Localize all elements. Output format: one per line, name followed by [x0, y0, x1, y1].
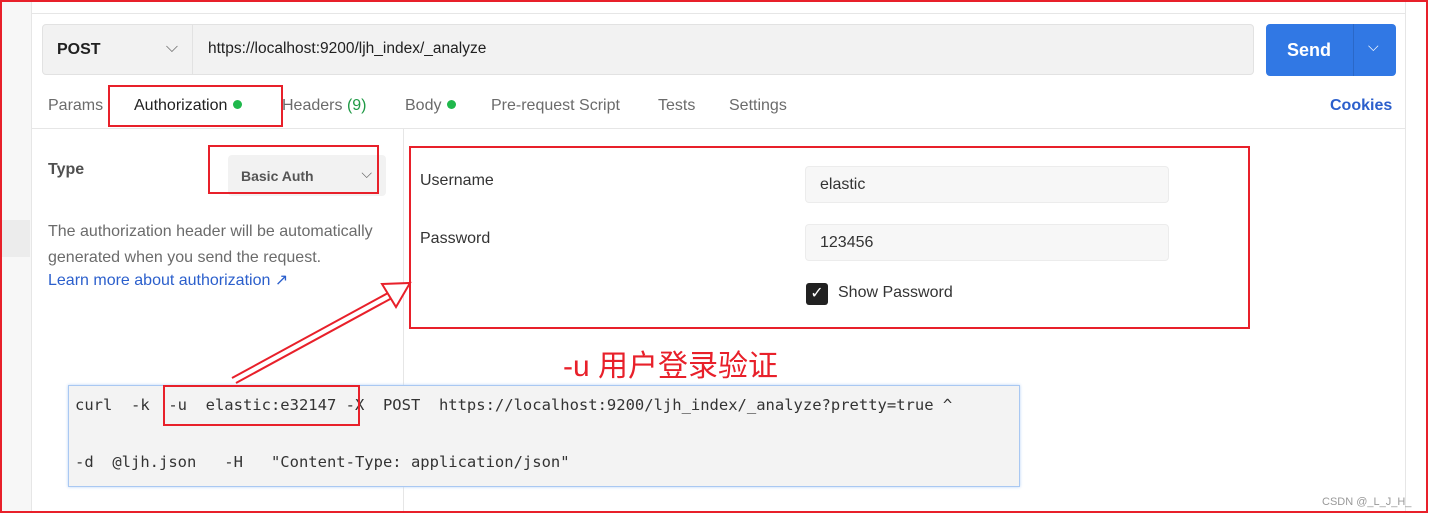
highlight-auth-type — [208, 145, 379, 194]
highlight-u-flag — [163, 385, 360, 426]
watermark: CSDN @_L_J_H_ — [1322, 496, 1412, 508]
highlight-authorization-tab — [108, 85, 283, 127]
highlight-credentials — [409, 146, 1250, 329]
